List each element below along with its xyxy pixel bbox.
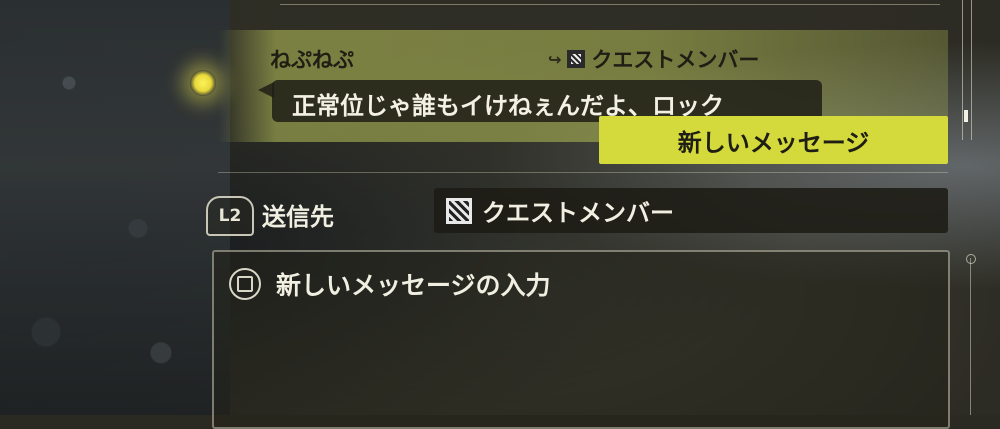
input-scrollbar[interactable] [970, 258, 977, 415]
message-recipient: ↪ クエストメンバー [548, 44, 759, 74]
party-icon [446, 197, 472, 224]
section-divider [218, 172, 948, 173]
unread-indicator-icon [190, 70, 216, 96]
message-recipient-label: クエストメンバー [591, 48, 760, 72]
send-target-value: クエストメンバー [482, 199, 674, 227]
top-divider [280, 0, 940, 5]
l2-button-icon[interactable]: L2 [206, 196, 254, 236]
message-sender-name: ねぷねぷ [270, 48, 354, 72]
send-target-selector[interactable]: クエストメンバー [434, 188, 948, 233]
new-message-button[interactable]: 新しいメッセージ [599, 116, 948, 164]
message-input-placeholder: 新しいメッセージの入力 [276, 271, 551, 300]
send-target-label: 送信先 [262, 203, 334, 231]
chat-scrollbar-thumb[interactable] [964, 110, 968, 122]
party-icon [567, 50, 586, 68]
square-button-icon [229, 268, 261, 300]
background-rocks [0, 0, 230, 415]
reply-arrow-icon: ↪ [548, 49, 562, 69]
